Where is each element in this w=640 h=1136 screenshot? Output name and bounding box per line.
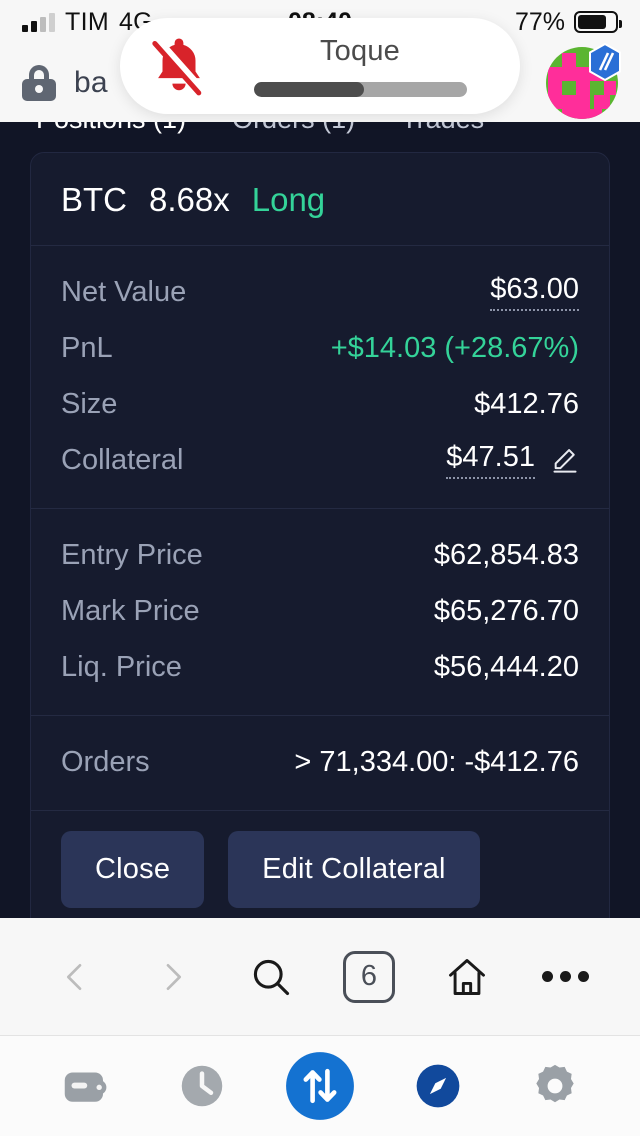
position-card: BTC 8.68x Long Net Value $63.00 PnL +$14…	[30, 152, 610, 918]
browser-top-chrome: TIM 4G 08:40 77% ba	[0, 0, 640, 122]
phone-screen: Positions (1) Orders (1) Trades BTC 8.68…	[0, 0, 640, 1136]
more-horizontal-icon[interactable]	[528, 940, 602, 1014]
tab-positions[interactable]: Positions (1)	[36, 122, 186, 135]
position-header: BTC 8.68x Long	[31, 153, 609, 246]
stat-row-collateral: Collateral $47.51	[61, 432, 579, 488]
stat-row-size: Size $412.76	[61, 376, 579, 432]
position-prices-section: Entry Price $62,854.83 Mark Price $65,27…	[31, 509, 609, 716]
position-leverage: 8.68x	[149, 181, 230, 218]
collateral-amount: $47.51	[446, 441, 535, 479]
price-value-liq: $56,444.20	[433, 650, 579, 683]
nav-explore[interactable]	[400, 1048, 476, 1124]
nav-swap[interactable]	[282, 1048, 358, 1124]
volume-hud-body: Toque	[226, 35, 494, 97]
stat-row-pnl: PnL +$14.03 (+28.67%)	[61, 320, 579, 376]
tab-positions-label: Positions (1)	[36, 122, 186, 134]
tab-orders-label: Orders (1)	[232, 122, 355, 134]
stat-value-net-value[interactable]: $63.00	[490, 273, 579, 311]
bell-muted-icon	[146, 33, 212, 99]
price-value-mark: $65,276.70	[433, 594, 579, 627]
stat-row-net-value: Net Value $63.00	[61, 264, 579, 320]
price-row-mark: Mark Price $65,276.70	[61, 583, 579, 639]
browser-bottom-toolbar: 6	[0, 918, 640, 1036]
nav-settings[interactable]	[517, 1048, 593, 1124]
position-side: Long	[251, 181, 326, 218]
volume-slider-fill	[253, 82, 365, 97]
tab-trades-label: Trades	[401, 122, 484, 134]
lock-icon	[22, 65, 56, 101]
stat-value-pnl: +$14.03 (+28.67%)	[330, 331, 579, 364]
stat-label-pnl: PnL	[61, 331, 113, 364]
status-bar-right: 77%	[514, 7, 622, 37]
stat-value-size: $412.76	[474, 387, 579, 420]
url-bar-left: ba	[22, 65, 108, 101]
wallet-avatar[interactable]	[546, 42, 621, 119]
volume-slider[interactable]	[253, 82, 467, 97]
position-actions: Close Edit Collateral	[31, 811, 609, 918]
dapp-viewport: Positions (1) Orders (1) Trades BTC 8.68…	[0, 122, 640, 918]
position-symbol: BTC	[61, 181, 127, 218]
app-bottom-nav	[0, 1036, 640, 1136]
tab-count-button[interactable]: 6	[332, 940, 406, 1014]
battery-icon	[574, 11, 622, 33]
price-label-entry: Entry Price	[61, 538, 203, 571]
price-label-liq: Liq. Price	[61, 650, 182, 683]
orders-row: Orders > 71,334.00: -$412.76	[61, 734, 579, 790]
position-orders-section: Orders > 71,334.00: -$412.76	[31, 716, 609, 811]
battery-percent-label: 77%	[514, 7, 565, 36]
price-row-entry: Entry Price $62,854.83	[61, 527, 579, 583]
chevron-right-icon[interactable]	[136, 940, 210, 1014]
nav-wallet[interactable]	[47, 1048, 123, 1124]
stat-label-collateral: Collateral	[61, 443, 184, 476]
orders-label: Orders	[61, 745, 150, 778]
position-stats-section: Net Value $63.00 PnL +$14.03 (+28.67%) S…	[31, 246, 609, 509]
stat-value-collateral[interactable]: $47.51	[446, 441, 579, 479]
net-value-amount: $63.00	[490, 273, 579, 311]
url-text: ba	[74, 66, 108, 99]
nav-history[interactable]	[164, 1048, 240, 1124]
tab-count-label: 6	[343, 950, 395, 1003]
price-label-mark: Mark Price	[61, 594, 200, 627]
close-position-button[interactable]: Close	[61, 831, 205, 908]
volume-hud-title: Toque	[319, 35, 400, 67]
home-icon[interactable]	[430, 940, 504, 1014]
tab-trades[interactable]: Trades	[401, 122, 484, 135]
price-value-entry: $62,854.83	[433, 538, 579, 571]
orders-value: > 71,334.00: -$412.76	[294, 745, 579, 778]
stat-label-size: Size	[61, 387, 118, 420]
tab-orders[interactable]: Orders (1)	[232, 122, 355, 135]
chain-badge-icon	[588, 42, 622, 82]
price-row-liq: Liq. Price $56,444.20	[61, 639, 579, 695]
volume-hud: Toque	[120, 18, 520, 114]
position-tabs: Positions (1) Orders (1) Trades	[0, 122, 640, 134]
stat-label-net-value: Net Value	[61, 275, 187, 308]
edit-pencil-icon[interactable]	[551, 446, 579, 474]
chevron-left-icon[interactable]	[38, 940, 112, 1014]
search-icon[interactable]	[234, 940, 308, 1014]
edit-collateral-button[interactable]: Edit Collateral	[228, 831, 480, 908]
